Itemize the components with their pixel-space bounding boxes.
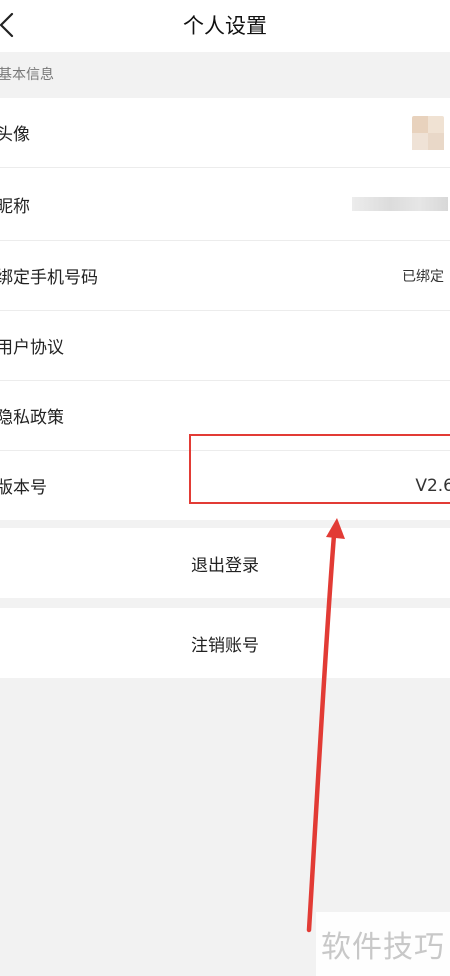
version-value: V2.6 <box>415 475 450 496</box>
nickname-value-blurred <box>352 197 448 211</box>
avatar[interactable] <box>412 116 444 150</box>
page-title: 个人设置 <box>183 14 267 38</box>
nickname-label: 昵称 <box>0 196 30 217</box>
settings-row-phone[interactable]: 绑定手机号码 已绑定 <box>0 241 450 311</box>
user-agreement-label: 用户协议 <box>0 338 64 358</box>
privacy-policy-label: 隐私政策 <box>0 408 64 428</box>
logout-button[interactable]: 退出登录 <box>0 528 450 598</box>
settings-row-privacy-policy[interactable]: 隐私政策 <box>0 381 450 451</box>
settings-row-version[interactable]: 版本号 V2.6 <box>0 451 450 520</box>
settings-row-avatar[interactable]: 头像 <box>0 98 450 168</box>
settings-row-user-agreement[interactable]: 用户协议 <box>0 311 450 381</box>
watermark-label: 软件技巧 <box>316 912 450 976</box>
version-label: 版本号 <box>0 478 47 498</box>
settings-list: 头像 昵称 绑定手机号码 已绑定 用户协议 隐私政策 版本号 V2.6 <box>0 98 450 520</box>
phone-label: 绑定手机号码 <box>0 268 98 288</box>
phone-status-value: 已绑定 <box>402 268 444 285</box>
header-bar: 个人设置 <box>0 0 450 52</box>
deregister-account-button[interactable]: 注销账号 <box>0 608 450 678</box>
avatar-label: 头像 <box>0 125 30 145</box>
section-label-basic-info: 基本信息 <box>0 67 54 83</box>
settings-row-nickname[interactable]: 昵称 <box>0 168 450 241</box>
